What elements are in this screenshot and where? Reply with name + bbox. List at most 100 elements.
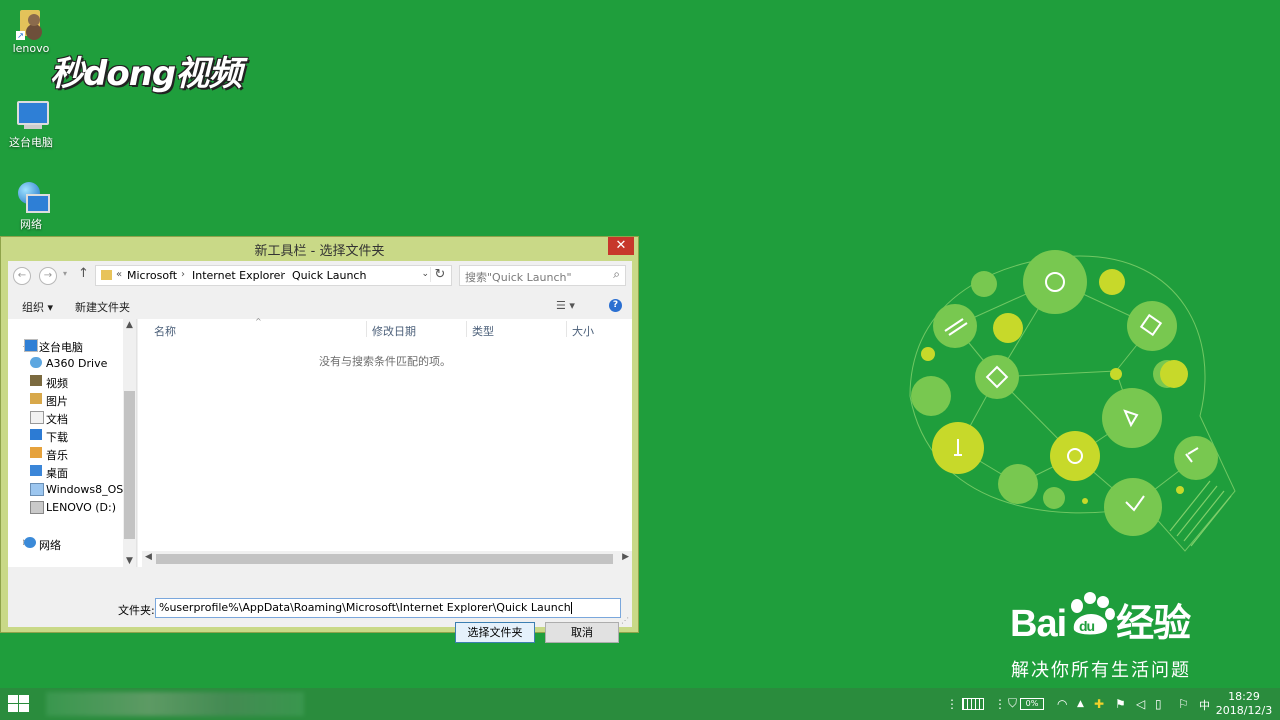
taskbar-pinned-apps[interactable] <box>46 692 304 716</box>
clock-time: 18:29 <box>1228 690 1260 703</box>
folder-label: 文件夹: <box>118 604 155 617</box>
search-input[interactable]: 搜索"Quick Launch" ⌕ <box>459 265 626 286</box>
nav-item-label: 音乐 <box>46 449 68 462</box>
column-header-name[interactable]: 名称 <box>154 323 176 339</box>
nav-item-videos[interactable]: 视频 <box>8 373 126 391</box>
up-arrow-icon[interactable]: ↑ <box>78 266 89 281</box>
column-header-size[interactable]: 大小 <box>572 323 594 339</box>
column-divider[interactable] <box>566 321 567 337</box>
windows-logo-icon <box>19 695 29 703</box>
scroll-up-arrow-icon[interactable]: ▲ <box>123 320 136 330</box>
ime-indicator[interactable]: 中 <box>1199 697 1210 713</box>
action-center-flag-icon[interactable]: ⚑ <box>1115 697 1126 711</box>
forward-button[interactable]: → <box>39 267 57 285</box>
scrollbar-thumb[interactable] <box>156 554 613 564</box>
baidu-slogan: 解决你所有生活问题 <box>1011 660 1191 681</box>
pictures-library-icon <box>30 393 42 404</box>
select-folder-dialog: 新工具栏 - 选择文件夹 ✕ ← → ▾ ↑ « Microsoft › Int… <box>0 236 639 643</box>
desktop-icon-network[interactable]: 网络 <box>1 180 61 232</box>
command-bar: 组织 ▾ 新建文件夹 ☰ ▾ ? <box>8 295 632 319</box>
dialog-body: ← → ▾ ↑ « Microsoft › Internet Explorer … <box>8 261 632 643</box>
system-clock[interactable]: 18:29 2018/12/3 <box>1214 690 1274 718</box>
file-list-horizontal-scrollbar[interactable]: ◀ ▶ <box>142 551 632 567</box>
breadcrumb-microsoft[interactable]: Microsoft <box>127 269 177 282</box>
folder-icon <box>101 270 112 280</box>
start-button[interactable] <box>8 695 30 713</box>
nav-item-network[interactable]: ▷ 网络 <box>8 535 126 553</box>
resize-grip-icon[interactable]: ⋰ <box>621 616 629 625</box>
desktop-icon-label: 网络 <box>20 218 42 231</box>
column-divider[interactable] <box>366 321 367 337</box>
breadcrumb-separator-icon[interactable]: › <box>280 269 284 280</box>
hard-drive-icon <box>30 501 44 514</box>
touch-keyboard-icon[interactable] <box>962 698 984 710</box>
nav-item-a360-drive[interactable]: A360 Drive <box>8 355 126 373</box>
breadcrumb-quick-launch[interactable]: Quick Launch <box>292 269 366 282</box>
dialog-titlebar[interactable]: 新工具栏 - 选择文件夹 ✕ <box>1 237 638 261</box>
scroll-right-arrow-icon[interactable]: ▶ <box>622 552 629 562</box>
text-cursor <box>570 602 572 614</box>
baidu-du-text: du <box>1079 618 1095 634</box>
column-header-type[interactable]: 类型 <box>472 323 494 339</box>
nav-item-lenovo-d[interactable]: LENOVO (D:) <box>8 499 126 517</box>
scroll-down-arrow-icon[interactable]: ▼ <box>123 556 136 566</box>
nav-item-label: 桌面 <box>46 467 68 480</box>
nav-item-this-pc[interactable]: ◢ 这台电脑 <box>8 337 126 355</box>
documents-library-icon <box>30 411 44 424</box>
user-folder-icon: ↗ <box>14 6 48 40</box>
refresh-icon[interactable]: ↻ <box>430 267 449 282</box>
desktop-icon-this-pc[interactable]: 这台电脑 <box>1 98 61 150</box>
network-icon <box>24 537 36 548</box>
scrollbar-thumb[interactable] <box>124 391 135 539</box>
baidu-jingyan-logo: Bai du 经验 <box>1010 592 1191 647</box>
nav-item-desktop[interactable]: 桌面 <box>8 463 126 481</box>
flag-icon[interactable]: ⚐ <box>1178 697 1189 711</box>
windows-drive-icon <box>30 483 44 496</box>
wifi-icon[interactable]: ◠ <box>1057 697 1067 711</box>
battery-indicator[interactable]: 0% <box>1020 698 1044 710</box>
nav-item-pictures[interactable]: 图片 <box>8 391 126 409</box>
file-list[interactable]: ^ 名称 修改日期 类型 大小 没有与搜索条件匹配的项。 <box>138 317 632 567</box>
sort-caret-icon: ^ <box>255 317 262 326</box>
baidu-lightbulb-illustration <box>909 250 1236 552</box>
folder-path-field[interactable]: %userprofile%\AppData\Roaming\Microsoft\… <box>155 598 621 618</box>
back-button[interactable]: ← <box>13 267 31 285</box>
column-header-date-modified[interactable]: 修改日期 <box>372 323 416 339</box>
baidu-logo-text: Bai <box>1010 603 1067 645</box>
desktop-icon-label: 这台电脑 <box>9 136 53 149</box>
downloads-library-icon <box>30 429 42 440</box>
address-bar[interactable]: « Microsoft › Internet Explorer › Quick … <box>95 265 452 286</box>
recent-locations-chevron-icon[interactable]: ▾ <box>63 269 67 278</box>
change-view-icon[interactable]: ☰ ▾ <box>556 299 575 312</box>
select-folder-button[interactable]: 选择文件夹 <box>455 622 535 643</box>
new-folder-button[interactable]: 新建文件夹 <box>75 299 130 315</box>
nav-item-downloads[interactable]: 下载 <box>8 427 126 445</box>
column-divider[interactable] <box>466 321 467 337</box>
nav-item-documents[interactable]: 文档 <box>8 409 126 427</box>
volume-icon[interactable]: ◁ <box>1136 697 1145 711</box>
security-app-icon[interactable]: ✚ <box>1094 697 1104 711</box>
folder-path-value: %userprofile%\AppData\Roaming\Microsoft\… <box>159 601 571 614</box>
breadcrumb-separator-icon[interactable]: › <box>181 269 185 280</box>
organize-menu-button[interactable]: 组织 ▾ <box>22 299 53 315</box>
nav-pane-scrollbar[interactable]: ▲ ▼ <box>123 319 136 567</box>
search-icon: ⌕ <box>613 267 620 281</box>
close-button[interactable]: ✕ <box>608 237 634 255</box>
nav-item-label: 视频 <box>46 377 68 390</box>
cancel-button[interactable]: 取消 <box>545 622 619 643</box>
help-icon[interactable]: ? <box>609 299 622 312</box>
scroll-left-arrow-icon[interactable]: ◀ <box>145 552 152 562</box>
chevron-down-icon[interactable]: ⌄ <box>421 269 429 279</box>
show-hidden-icons-chevron-icon[interactable]: ▲ <box>1077 699 1084 709</box>
network-status-icon[interactable]: ▯ <box>1155 697 1162 711</box>
tray-divider-icon: ⋮ <box>994 697 1006 711</box>
search-placeholder: 搜索"Quick Launch" <box>465 271 572 284</box>
shield-icon[interactable]: ⛉ <box>1008 696 1017 711</box>
breadcrumb-internet-explorer[interactable]: Internet Explorer <box>192 269 285 282</box>
windows-logo-icon <box>19 704 29 712</box>
computer-icon <box>24 339 38 352</box>
nav-item-music[interactable]: 音乐 <box>8 445 126 463</box>
nav-item-windows8-os[interactable]: Windows8_OS (C <box>8 481 126 499</box>
overflow-chevron[interactable]: « <box>116 269 122 280</box>
music-library-icon <box>30 447 42 458</box>
